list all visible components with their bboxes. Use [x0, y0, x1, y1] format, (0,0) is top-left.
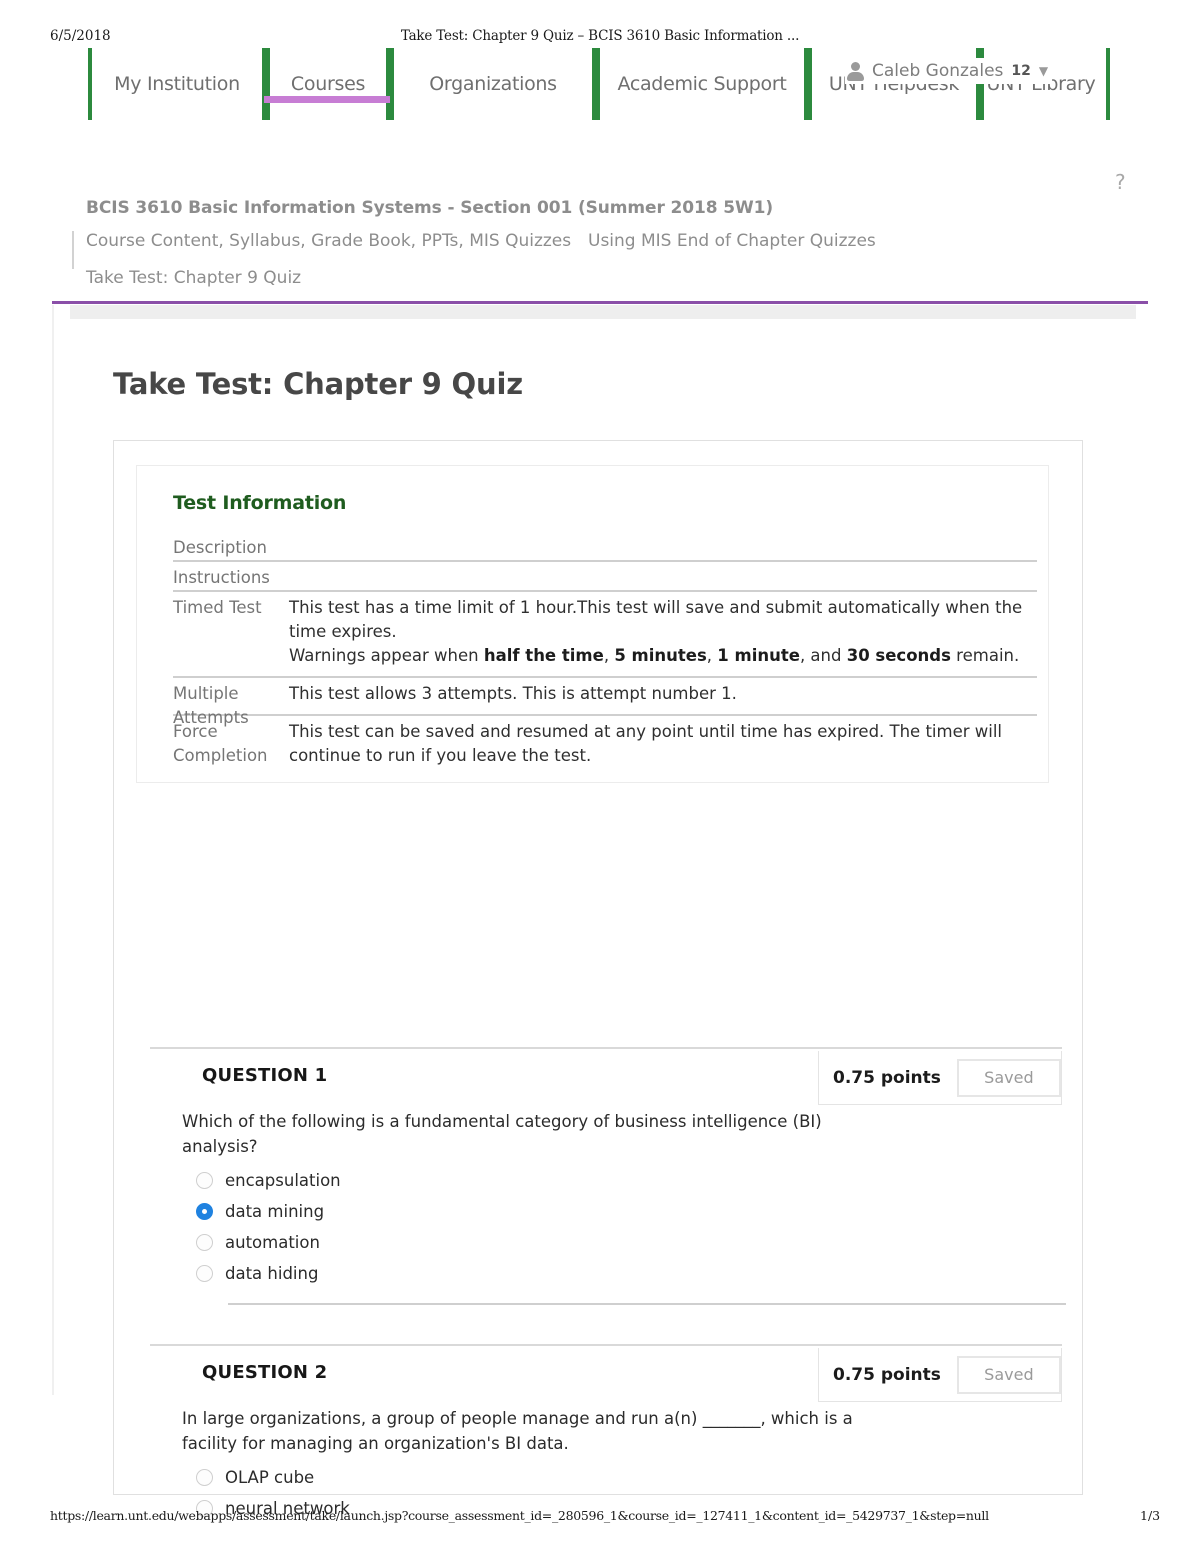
question-meta: 0.75 points Saved — [818, 1348, 1062, 1402]
print-footer-url: https://learn.unt.edu/webapps/assessment… — [50, 1508, 989, 1523]
timed-test-warn-pre: Warnings appear when — [289, 646, 484, 665]
timed-test-warn-4: 30 seconds — [846, 646, 951, 665]
row-value: This test allows 3 attempts. This is att… — [289, 684, 737, 703]
print-header: 6/5/2018 Take Test: Chapter 9 Quiz – BCI… — [0, 28, 1200, 50]
timed-test-warn-post: remain. — [950, 646, 1020, 665]
sep: , — [706, 646, 718, 665]
course-title: BCIS 3610 Basic Information Systems - Se… — [86, 198, 774, 218]
radio-button-icon[interactable] — [196, 1265, 213, 1282]
timed-test-warn-2: 5 minutes — [614, 646, 707, 665]
save-answer-button[interactable]: Saved — [956, 1058, 1061, 1097]
content-left-rail — [52, 305, 54, 1395]
test-information-panel: Test Information Description Instruction… — [136, 465, 1049, 783]
tab-organizations[interactable]: Organizations — [390, 48, 596, 120]
timed-test-warn-1: half the time — [483, 646, 604, 665]
table-row: Timed Test This test has a time limit of… — [173, 592, 1037, 678]
question-separator — [228, 1303, 1066, 1305]
test-information-table: Description Instructions Timed Test This… — [173, 532, 1037, 776]
breadcrumb-item-chapter-quizzes[interactable]: Using MIS End of Chapter Quizzes — [588, 231, 876, 251]
content-divider — [52, 301, 1148, 304]
tab-label: Courses — [290, 73, 366, 95]
row-value: This test can be saved and resumed at an… — [289, 722, 1003, 765]
table-row: Instructions — [173, 562, 1037, 592]
question-text: Which of the following is a fundamental … — [182, 1112, 822, 1156]
row-value: This test has a time limit of 1 hour.Thi… — [289, 592, 1037, 676]
notification-count-badge[interactable]: 12 — [1011, 63, 1030, 79]
help-icon[interactable]: ? — [1115, 170, 1126, 194]
answer-option[interactable]: data mining — [196, 1196, 1062, 1227]
question-body: In large organizations, a group of peopl… — [150, 1398, 1062, 1524]
question-header: QUESTION 2 0.75 points Saved — [150, 1344, 1062, 1402]
page-title: Take Test: Chapter 9 Quiz — [113, 367, 523, 402]
user-menu[interactable]: Caleb Gonzales 12 ▼ — [845, 58, 1053, 84]
user-name: Caleb Gonzales — [872, 61, 1004, 81]
print-document-title: Take Test: Chapter 9 Quiz – BCIS 3610 Ba… — [400, 28, 800, 44]
answer-option[interactable]: OLAP cube — [196, 1462, 1062, 1493]
content-top-band — [70, 305, 1136, 319]
save-answer-button[interactable]: Saved — [956, 1355, 1061, 1394]
answer-option-label: data hiding — [225, 1264, 319, 1283]
radio-button-icon[interactable] — [196, 1172, 213, 1189]
question-meta: 0.75 points Saved — [818, 1051, 1062, 1105]
row-label: Timed Test — [173, 598, 262, 617]
answer-option-label: automation — [225, 1233, 320, 1252]
answer-option-label: data mining — [225, 1202, 325, 1221]
row-label: Force Completion — [173, 722, 268, 765]
radio-button-icon[interactable] — [196, 1203, 213, 1220]
question-title: QUESTION 2 — [202, 1362, 328, 1383]
row-value — [289, 532, 1037, 544]
tab-label: Academic Support — [617, 73, 787, 95]
tab-academic-support[interactable]: Academic Support — [596, 48, 808, 120]
table-row: Force Completion This test can be saved … — [173, 716, 1037, 776]
breadcrumb-item-course-content[interactable]: Course Content, Syllabus, Grade Book, PP… — [86, 231, 571, 251]
tab-courses[interactable]: Courses — [266, 48, 390, 120]
radio-button-icon[interactable] — [196, 1469, 213, 1486]
question-block-2: QUESTION 2 0.75 points Saved In large or… — [150, 1344, 1062, 1524]
answer-option[interactable]: automation — [196, 1227, 1062, 1258]
person-icon — [847, 61, 864, 81]
answer-option-label: encapsulation — [225, 1171, 341, 1190]
radio-button-icon[interactable] — [196, 1234, 213, 1251]
breadcrumb-item-current: Take Test: Chapter 9 Quiz — [86, 268, 302, 288]
test-content-card: Test Information Description Instruction… — [113, 440, 1083, 1518]
table-row: Description — [173, 532, 1037, 562]
timed-test-line-1: This test has a time limit of 1 hour.Thi… — [289, 598, 1023, 641]
question-block-1: QUESTION 1 0.75 points Saved Which of th… — [150, 1047, 1066, 1305]
question-text: In large organizations, a group of peopl… — [182, 1409, 853, 1453]
table-row: Multiple Attempts This test allows 3 att… — [173, 678, 1037, 727]
sep: , — [603, 646, 615, 665]
tab-my-institution[interactable]: My Institution — [88, 48, 266, 120]
sep: , and — [799, 646, 847, 665]
tab-label: My Institution — [114, 73, 240, 95]
row-label: Description — [173, 538, 267, 557]
question-body: Which of the following is a fundamental … — [150, 1101, 1066, 1305]
question-points: 0.75 points — [833, 1364, 941, 1385]
question-title: QUESTION 1 — [202, 1065, 328, 1086]
answer-option[interactable]: encapsulation — [196, 1165, 1062, 1196]
answer-option-label: OLAP cube — [225, 1468, 315, 1487]
answer-option[interactable]: data hiding — [196, 1258, 1062, 1289]
breadcrumb-rail — [72, 231, 74, 269]
tab-label: Organizations — [429, 73, 557, 95]
row-value — [289, 562, 1037, 574]
timed-test-warn-3: 1 minute — [717, 646, 800, 665]
breadcrumb: Course Content, Syllabus, Grade Book, PP… — [86, 231, 1086, 255]
print-footer-page-number: 1/3 — [1140, 1508, 1161, 1523]
question-points: 0.75 points — [833, 1067, 941, 1088]
test-information-heading: Test Information — [173, 492, 347, 514]
active-tab-underline — [264, 96, 390, 103]
answer-options: encapsulation data mining automation dat… — [182, 1165, 1062, 1289]
chevron-down-icon[interactable]: ▼ — [1039, 64, 1048, 78]
tabbar-far-right-edge — [1106, 48, 1110, 120]
row-label: Instructions — [173, 568, 270, 587]
question-header: QUESTION 1 0.75 points Saved — [150, 1047, 1062, 1105]
